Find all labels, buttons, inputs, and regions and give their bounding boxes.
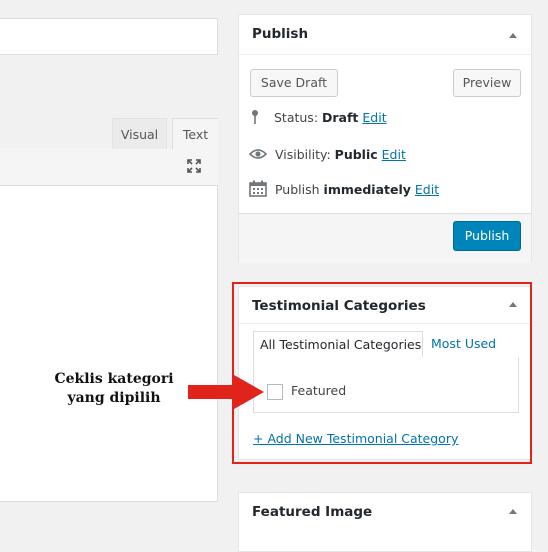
publish-header[interactable]: Publish [239,15,531,55]
editor-area[interactable] [0,148,218,502]
collapse-toggle-icon[interactable] [509,509,517,514]
status-value: Draft [322,110,359,125]
preview-button[interactable]: Preview [453,69,521,97]
visibility-row: Visibility: Public Edit [248,145,406,165]
collapse-toggle-icon[interactable] [509,33,517,38]
eye-icon [248,149,268,159]
annotation-text: Ceklis kategori yang dipilih [44,370,184,408]
visibility-label: Visibility: [274,147,331,162]
publish-actions: Publish [239,213,531,263]
edit-schedule-link[interactable]: Edit [415,182,439,197]
edit-status-link[interactable]: Edit [362,110,386,125]
publish-box: Publish Save Draft Preview Status: Draft… [238,14,532,263]
schedule-row: Publish immediately Edit [249,180,439,200]
annotation-line-2: yang dipilih [67,390,161,406]
publish-button[interactable]: Publish [453,221,521,251]
tab-visual[interactable]: Visual [112,118,167,149]
publish-when-value: immediately [323,182,411,197]
publish-when-label: Publish [274,182,320,197]
featured-image-title: Featured Image [252,504,373,520]
save-draft-button[interactable]: Save Draft [250,69,338,97]
expand-arrows-icon[interactable] [186,158,202,174]
annotation-line-1: Ceklis kategori [54,371,174,387]
publish-title: Publish [252,26,309,42]
highlight-frame [232,282,532,464]
edit-visibility-link[interactable]: Edit [382,147,406,162]
featured-image-box: Featured Image [238,492,532,552]
calendar-icon [249,180,267,197]
visibility-value: Public [334,147,378,162]
status-row: Status: Draft Edit [250,108,387,128]
post-title-input[interactable] [0,18,218,55]
pin-icon [252,110,258,124]
red-arrow-icon [188,375,264,409]
status-label: Status: [273,110,319,125]
tab-text[interactable]: Text [172,118,218,149]
